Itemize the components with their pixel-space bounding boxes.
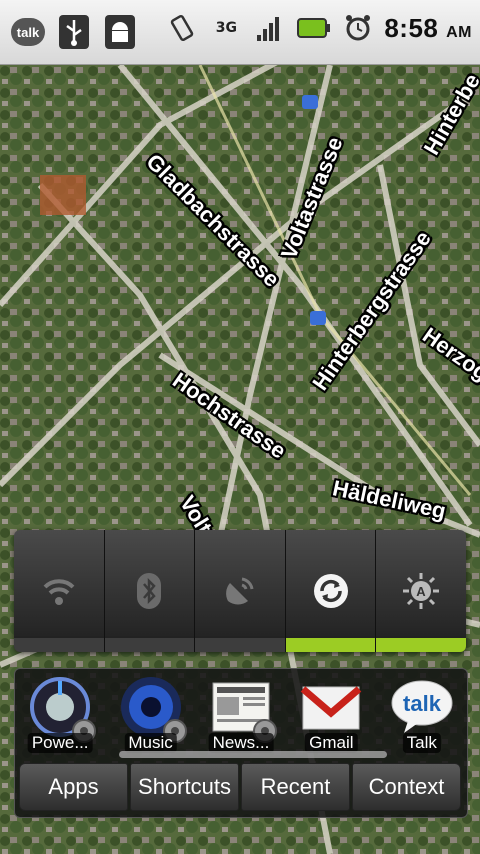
alarm-icon: [340, 10, 376, 46]
sync-indicator: [285, 636, 376, 652]
svg-text:talk: talk: [403, 691, 442, 716]
dock-app-label: News...: [208, 733, 274, 753]
bluetooth-toggle[interactable]: [104, 530, 196, 652]
gps-indicator: [195, 636, 285, 652]
bluetooth-indicator: [104, 636, 195, 652]
status-bar: talk 3G 8:58 AM: [0, 0, 480, 65]
talk-badge: talk: [11, 18, 45, 46]
signal-icon: [252, 10, 288, 46]
power-widget-icon: [28, 675, 97, 743]
dock-tab-bar: Apps Shortcuts Recent Context: [19, 763, 461, 811]
news-icon: [209, 675, 277, 743]
wifi-indicator: [14, 636, 104, 652]
dock-app-label: Talk: [402, 733, 441, 753]
wifi-icon: [43, 579, 75, 605]
sync-icon: [313, 574, 348, 608]
network-label: 3G: [215, 20, 237, 36]
tab-recent[interactable]: Recent: [241, 763, 350, 811]
android-debug-icon: [102, 14, 138, 50]
gps-icon: [226, 577, 254, 605]
talk-icon: talk: [390, 675, 454, 739]
dock-app-label: Gmail: [305, 733, 358, 753]
status-clock: 8:58 AM: [384, 13, 472, 44]
sync-toggle[interactable]: [285, 530, 377, 652]
tab-context[interactable]: Context: [352, 763, 461, 811]
gps-toggle[interactable]: [195, 530, 286, 652]
power-control-widget: A: [14, 530, 466, 652]
dock-scrollbar[interactable]: [119, 751, 387, 758]
wifi-toggle[interactable]: [14, 530, 105, 652]
dock-app-power-control[interactable]: Powe...: [20, 675, 100, 763]
dock-app-gmail[interactable]: Gmail: [291, 675, 371, 763]
vibrate-icon: [164, 10, 200, 46]
dock-app-talk[interactable]: talk Talk: [382, 675, 462, 763]
dock-app-news[interactable]: News...: [201, 675, 281, 763]
battery-icon: [296, 10, 332, 46]
clock-time: 8:58: [384, 12, 439, 43]
bluetooth-icon: [137, 573, 162, 609]
talk-notification-icon: talk: [10, 14, 46, 50]
music-icon: [119, 675, 187, 743]
dock-app-label: Powe...: [27, 733, 93, 753]
tab-apps[interactable]: Apps: [19, 763, 128, 811]
gmail-icon: [299, 675, 363, 739]
dock-app-row: Powe... Music News... Gmail talk Talk: [15, 675, 467, 763]
dock-app-music[interactable]: Music: [111, 675, 191, 763]
network-3g-icon: 3G: [208, 10, 244, 46]
brightness-indicator: [376, 636, 466, 652]
dock-app-label: Music: [124, 733, 177, 753]
svg-text:A: A: [416, 584, 426, 599]
clock-ampm: AM: [446, 23, 472, 41]
tab-shortcuts[interactable]: Shortcuts: [130, 763, 239, 811]
usb-icon: [56, 14, 92, 50]
brightness-auto-icon: A: [403, 573, 440, 609]
brightness-toggle[interactable]: A: [376, 530, 466, 652]
launcher-dock: Powe... Music News... Gmail talk Talk Ap…: [14, 668, 468, 818]
